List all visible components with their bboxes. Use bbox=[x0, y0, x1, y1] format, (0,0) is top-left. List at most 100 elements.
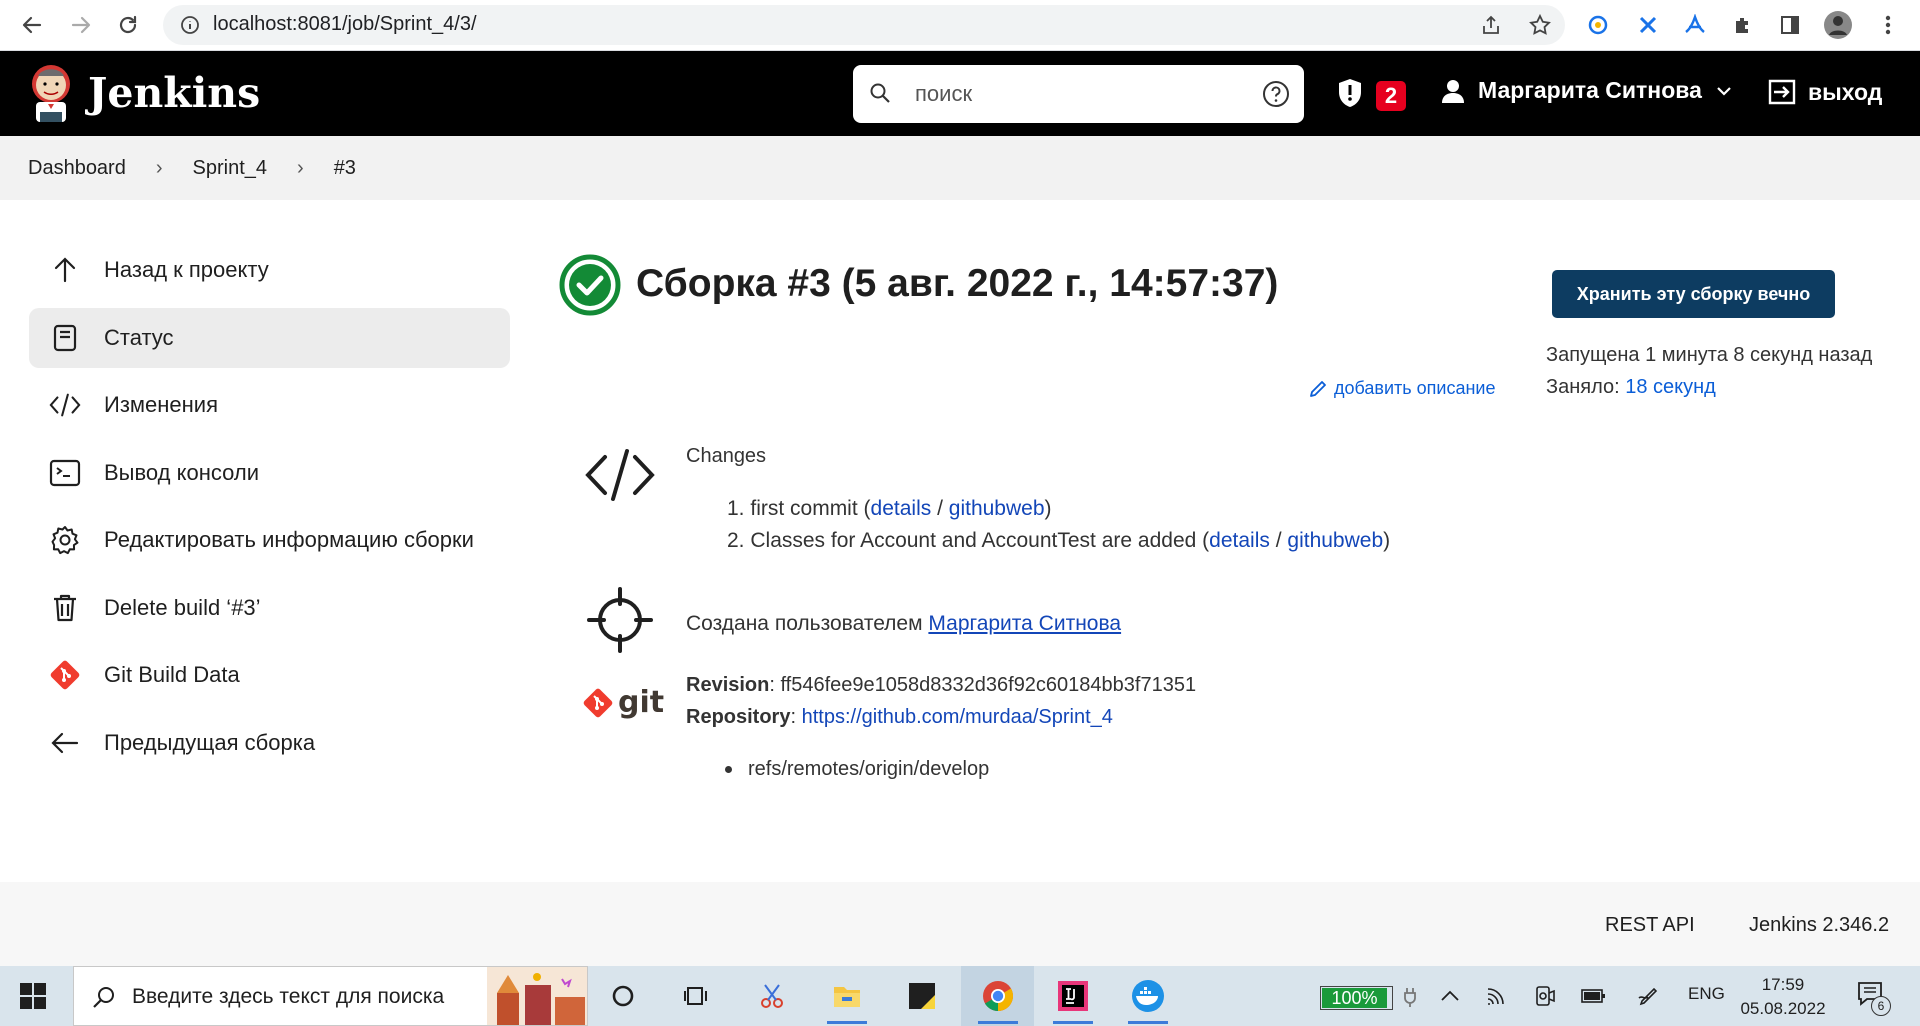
network-icon[interactable] bbox=[1485, 984, 1509, 1008]
side-panel-icon[interactable] bbox=[1774, 9, 1806, 41]
info-icon[interactable] bbox=[180, 15, 200, 35]
change-message: Classes for Account and AccountTest are … bbox=[750, 529, 1197, 552]
breadcrumb-job[interactable]: Sprint_4 bbox=[193, 157, 268, 180]
changes-list: 1. first commit (details / githubweb) 2.… bbox=[727, 496, 1390, 560]
user-icon bbox=[1442, 79, 1464, 103]
docker-icon[interactable] bbox=[1128, 976, 1168, 1024]
user-menu[interactable]: Маргарита Ситнова bbox=[1440, 77, 1732, 104]
system-clock[interactable]: 17:59 05.08.2022 bbox=[1728, 973, 1838, 1021]
url-text[interactable]: localhost:8081/job/Sprint_4/3/ bbox=[213, 13, 477, 36]
sidebar-item-previous-build[interactable]: Предыдущая сборка bbox=[29, 713, 510, 773]
reload-button[interactable] bbox=[111, 8, 145, 42]
logout-link[interactable]: выход bbox=[1766, 78, 1882, 106]
sidebar-item-label: Изменения bbox=[104, 392, 218, 417]
extension-acrobat-icon[interactable] bbox=[1679, 9, 1711, 41]
repository-link[interactable]: https://github.com/murdaa/Sprint_4 bbox=[802, 706, 1113, 728]
back-button[interactable] bbox=[15, 8, 49, 42]
task-view-icon[interactable] bbox=[676, 976, 716, 1016]
search-icon bbox=[93, 987, 114, 1008]
extension-compass-icon[interactable] bbox=[1582, 9, 1614, 41]
colon: : bbox=[790, 706, 797, 728]
battery-indicator[interactable]: 100% bbox=[1320, 986, 1393, 1010]
jenkins-butler-logo[interactable] bbox=[26, 62, 76, 124]
build-duration-link[interactable]: 18 секунд bbox=[1625, 376, 1716, 398]
build-duration-label: Заняло: bbox=[1546, 376, 1620, 398]
build-duration: Заняло: 18 секунд bbox=[1546, 376, 1716, 399]
cortana-icon[interactable] bbox=[603, 976, 643, 1016]
change-details-link[interactable]: details bbox=[1209, 529, 1270, 552]
add-description-label[interactable]: добавить описание bbox=[1334, 378, 1496, 399]
search-box bbox=[853, 65, 1304, 123]
arrow-left-icon bbox=[22, 16, 42, 34]
arrow-up-icon bbox=[49, 254, 81, 286]
change-githubweb-link[interactable]: githubweb bbox=[949, 497, 1045, 520]
rest-api-link[interactable]: REST API bbox=[1605, 914, 1695, 937]
document-icon bbox=[49, 322, 81, 354]
camera-icon[interactable] bbox=[1533, 984, 1557, 1008]
taskbar-search bbox=[73, 966, 588, 1026]
sidebar-item-back-to-project[interactable]: Назад к проекту bbox=[29, 240, 510, 300]
taskbar-search-input[interactable] bbox=[132, 985, 532, 1009]
logout-label[interactable]: выход bbox=[1808, 79, 1882, 106]
sidebar-item-console-output[interactable]: Вывод консоли bbox=[29, 443, 510, 503]
change-githubweb-link[interactable]: githubweb bbox=[1287, 529, 1383, 552]
change-details-link[interactable]: details bbox=[871, 497, 932, 520]
breadcrumb-dashboard[interactable]: Dashboard bbox=[28, 157, 126, 180]
extensions-puzzle-icon[interactable] bbox=[1727, 9, 1759, 41]
battery-icon[interactable] bbox=[1580, 986, 1606, 1006]
chevron-down-icon[interactable] bbox=[1716, 86, 1732, 96]
terminal-icon bbox=[49, 457, 81, 489]
extension-tools-icon[interactable] bbox=[1632, 9, 1664, 41]
help-icon[interactable] bbox=[1262, 80, 1290, 108]
windows-taskbar: 100% ENG 17:59 05.08.2022 6 bbox=[0, 966, 1920, 1026]
change-number: 2. bbox=[727, 529, 745, 552]
sidebar-item-status[interactable]: Статус bbox=[29, 307, 510, 368]
pen-icon[interactable] bbox=[1637, 984, 1661, 1008]
profile-avatar[interactable] bbox=[1822, 9, 1854, 41]
forward-button[interactable] bbox=[64, 8, 98, 42]
chevron-up-icon[interactable] bbox=[1440, 990, 1460, 1002]
windows-start-icon[interactable] bbox=[20, 983, 46, 1009]
started-by-user-link[interactable]: Маргарита Ситнова bbox=[928, 612, 1121, 635]
intellij-idea-icon[interactable] bbox=[1053, 976, 1093, 1024]
colon: : bbox=[769, 674, 775, 696]
branch-name: refs/remotes/origin/develop bbox=[748, 758, 990, 780]
browser-toolbar: localhost:8081/job/Sprint_4/3/ bbox=[0, 0, 1920, 51]
paren-close: ) bbox=[1044, 497, 1052, 520]
file-explorer-icon[interactable] bbox=[827, 976, 867, 1024]
list-item: 1. first commit (details / githubweb) bbox=[727, 496, 1390, 528]
git-icon bbox=[49, 659, 81, 691]
browser-menu-icon[interactable] bbox=[1872, 9, 1904, 41]
sticky-notes-icon[interactable] bbox=[902, 976, 942, 1016]
search-input[interactable] bbox=[915, 78, 1215, 110]
user-name[interactable]: Маргарита Ситнова bbox=[1478, 77, 1702, 104]
add-description-link[interactable]: добавить описание bbox=[1308, 378, 1496, 399]
star-icon[interactable] bbox=[1528, 13, 1552, 37]
chrome-icon[interactable] bbox=[978, 976, 1018, 1024]
success-status-icon bbox=[559, 254, 621, 316]
battery-level: 100% bbox=[1322, 988, 1387, 1008]
security-shield-icon[interactable] bbox=[1336, 77, 1364, 109]
input-language[interactable]: ENG bbox=[1688, 984, 1725, 1004]
jenkins-version-link[interactable]: Jenkins 2.346.2 bbox=[1749, 914, 1889, 937]
git-icon bbox=[583, 688, 613, 717]
revision-hash: ff546fee9e1058d8332d36f92c60184bb3f71351 bbox=[780, 674, 1197, 696]
security-warning-badge[interactable]: 2 bbox=[1376, 81, 1406, 111]
keep-build-forever-button[interactable]: Хранить эту сборку вечно bbox=[1552, 270, 1835, 318]
separator: / bbox=[937, 497, 943, 520]
share-icon[interactable] bbox=[1480, 14, 1502, 36]
sidebar-item-delete-build[interactable]: Delete build ‘#3’ bbox=[29, 578, 510, 638]
sidebar-item-label: Delete build ‘#3’ bbox=[104, 594, 261, 620]
branch-list-item: refs/remotes/origin/develop bbox=[725, 758, 990, 781]
breadcrumb-build[interactable]: #3 bbox=[334, 157, 356, 180]
revision-label: Revision bbox=[686, 674, 770, 696]
sidebar-item-git-build-data[interactable]: Git Build Data bbox=[29, 645, 510, 705]
jenkins-logo-text[interactable]: Jenkins bbox=[88, 69, 260, 117]
sidebar-item-edit-build-info[interactable]: Редактировать информацию сборки bbox=[29, 510, 510, 570]
sidebar-item-changes[interactable]: Изменения bbox=[29, 375, 510, 435]
sidebar-item-label: Назад к проекту bbox=[104, 257, 269, 282]
power-plug-icon bbox=[1404, 988, 1416, 1007]
reload-icon bbox=[119, 15, 137, 34]
snipping-tool-icon[interactable] bbox=[752, 976, 792, 1016]
sidebar-item-label: Git Build Data bbox=[104, 662, 240, 687]
